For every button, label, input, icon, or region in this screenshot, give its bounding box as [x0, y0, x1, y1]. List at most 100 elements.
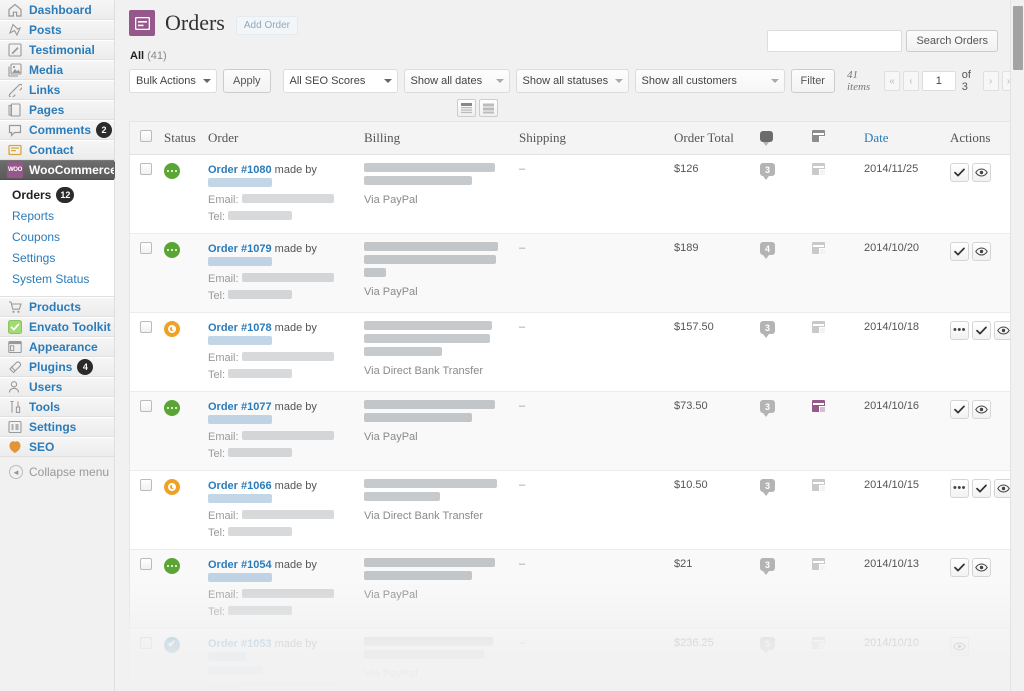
mark-complete-button[interactable]	[972, 321, 991, 340]
row-select-cell	[130, 391, 158, 471]
sidebar-item-plugins[interactable]: Plugins 4	[0, 357, 114, 377]
sidebar-item-contact[interactable]: Contact	[0, 140, 114, 160]
sidebar-item-pages[interactable]: Pages	[0, 100, 114, 120]
sidebar-item-dashboard[interactable]: Dashboard	[0, 0, 114, 20]
current-page-input[interactable]	[921, 71, 956, 91]
status-icon-processing[interactable]	[164, 163, 180, 179]
bulk-actions-select[interactable]: Bulk Actions	[129, 69, 217, 93]
sidebar-item-tools[interactable]: Tools	[0, 397, 114, 417]
sidebar-item-envato-toolkit[interactable]: Envato Toolkit	[0, 317, 114, 337]
statuses-select[interactable]: Show all statuses	[515, 69, 629, 93]
order-notes-count[interactable]: 5	[760, 637, 775, 654]
order-notes-count[interactable]: 3	[760, 558, 775, 575]
dates-select[interactable]: Show all dates	[403, 69, 510, 93]
submenu-item-settings[interactable]: Settings	[0, 248, 114, 269]
status-icon-completed[interactable]: ✔	[164, 637, 180, 653]
view-order-button[interactable]	[972, 163, 991, 182]
col-date[interactable]: Date	[858, 122, 944, 155]
status-icon-processing[interactable]	[164, 242, 180, 258]
submenu-item-coupons[interactable]: Coupons	[0, 227, 114, 248]
sidebar-item-label: Dashboard	[29, 2, 92, 17]
customers-select[interactable]: Show all customers	[634, 69, 785, 93]
list-view-icon[interactable]	[456, 99, 476, 117]
view-order-button[interactable]	[972, 558, 991, 577]
sidebar-item-label: Links	[29, 83, 61, 97]
sidebar-item-comments[interactable]: Comments 2	[0, 120, 114, 140]
order-number-link[interactable]: Order #1078 made by	[208, 321, 352, 349]
sidebar-item-media[interactable]: Media	[0, 60, 114, 80]
mark-complete-button[interactable]	[950, 400, 969, 419]
next-page-button[interactable]: ›	[982, 71, 999, 91]
shipping-value: –	[519, 637, 526, 649]
appearance-icon	[7, 339, 23, 355]
status-icon-on-hold[interactable]	[164, 479, 180, 495]
view-order-button[interactable]	[950, 637, 969, 656]
sidebar-item-users[interactable]: Users	[0, 377, 114, 397]
select-all-checkbox[interactable]	[140, 130, 152, 142]
page-scrollbar[interactable]	[1010, 0, 1024, 691]
apply-button[interactable]: Apply	[223, 69, 271, 93]
date-cell: 2014/10/20	[858, 233, 944, 313]
row-checkbox[interactable]	[140, 242, 152, 254]
mark-complete-button[interactable]	[972, 479, 991, 498]
more-actions-button[interactable]: •••	[950, 321, 969, 340]
collapse-menu-button[interactable]: ◄ Collapse menu	[0, 457, 114, 487]
order-notes-cell: 3	[754, 391, 806, 471]
status-icon-processing[interactable]	[164, 558, 180, 574]
sidebar-item-links[interactable]: Links	[0, 80, 114, 100]
order-notes-count[interactable]: 3	[760, 163, 775, 180]
mark-complete-button[interactable]	[950, 163, 969, 182]
view-order-button[interactable]	[972, 242, 991, 261]
search-input[interactable]	[767, 30, 903, 52]
order-notes-count[interactable]: 3	[760, 400, 775, 417]
status-icon-processing[interactable]	[164, 400, 180, 416]
row-checkbox[interactable]	[140, 637, 152, 649]
first-page-button[interactable]: «	[884, 71, 900, 91]
view-order-button[interactable]	[972, 400, 991, 419]
mark-complete-button[interactable]	[950, 242, 969, 261]
row-checkbox[interactable]	[140, 479, 152, 491]
sidebar-item-appearance[interactable]: Appearance	[0, 337, 114, 357]
mark-complete-button[interactable]	[950, 558, 969, 577]
status-icon-on-hold[interactable]	[164, 321, 180, 337]
submenu-item-orders[interactable]: Orders 12	[0, 184, 114, 206]
row-checkbox[interactable]	[140, 558, 152, 570]
order-notes-cell: 3	[754, 470, 806, 550]
order-number-link[interactable]: Order #1079 made by	[208, 242, 352, 270]
status-cell	[158, 391, 202, 471]
sidebar-item-testimonial[interactable]: Testimonial	[0, 40, 114, 60]
customer-note-cell	[806, 391, 858, 471]
scrollbar-thumb[interactable]	[1013, 6, 1023, 70]
row-checkbox[interactable]	[140, 400, 152, 412]
order-notes-count[interactable]: 4	[760, 242, 775, 259]
order-number-link[interactable]: Order #1066 made by	[208, 479, 352, 507]
submenu-item-system-status[interactable]: System Status	[0, 269, 114, 290]
sidebar-item-woocommerce[interactable]: WOO WooCommerce	[0, 160, 123, 180]
submenu-item-reports[interactable]: Reports	[0, 206, 114, 227]
shipping-cell: –	[513, 391, 668, 471]
order-number-link[interactable]: Order #1080 made by	[208, 163, 352, 191]
filter-link-all[interactable]: All	[130, 50, 144, 62]
order-number-link[interactable]: Order #1053 made by	[208, 637, 352, 679]
sidebar-item-posts[interactable]: Posts	[0, 20, 114, 40]
order-number-link[interactable]: Order #1054 made by	[208, 558, 352, 586]
row-checkbox[interactable]	[140, 321, 152, 333]
order-notes-count[interactable]: 3	[760, 321, 775, 338]
memo-icon	[812, 637, 825, 649]
admin-page: Dashboard Posts Testimonial Media Links Pages…	[0, 0, 1024, 691]
prev-page-button[interactable]: ‹	[902, 71, 919, 91]
more-actions-button[interactable]: •••	[950, 479, 969, 498]
sidebar-item-seo[interactable]: SEO	[0, 437, 114, 457]
sidebar-item-products[interactable]: Products	[0, 297, 114, 317]
order-number-link[interactable]: Order #1077 made by	[208, 400, 352, 428]
seo-scores-select[interactable]: All SEO Scores	[282, 69, 398, 93]
order-notes-count[interactable]: 3	[760, 479, 775, 496]
sidebar-item-settings[interactable]: Settings	[0, 417, 114, 437]
order-cell: Order #1053 made by Email: Tel:	[202, 628, 358, 691]
row-checkbox[interactable]	[140, 163, 152, 175]
add-order-button[interactable]: Add Order	[235, 15, 299, 35]
excerpt-view-icon[interactable]	[478, 99, 498, 117]
search-orders-button[interactable]: Search Orders	[906, 30, 998, 52]
filter-button[interactable]: Filter	[790, 69, 835, 93]
table-row: Order #1079 made by Email: Tel: Via PayP…	[130, 233, 1024, 313]
